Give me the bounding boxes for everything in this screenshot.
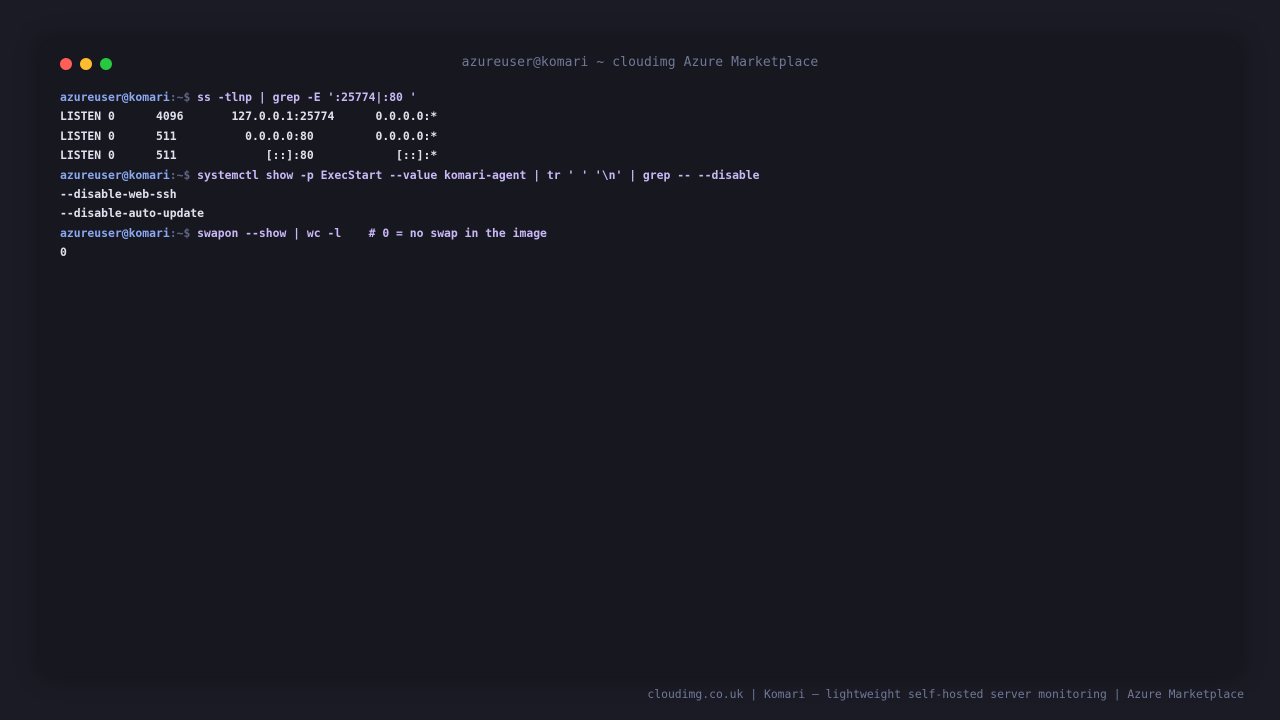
output-line: LISTEN 0 4096 127.0.0.1:25774 0.0.0.0:* bbox=[60, 109, 438, 124]
prompt-path: :~$ bbox=[169, 225, 198, 240]
command-text: swapon --show | wc -l # 0 = no swap in t… bbox=[197, 225, 547, 240]
window-title: azureuser@komari ~ cloudimg Azure Market… bbox=[461, 55, 819, 70]
command-text: ss -tlnp | grep -E ':25774|:80 ' bbox=[197, 90, 417, 104]
title-bar: azureuser@komari ~ cloudimg Azure Market… bbox=[40, 40, 1240, 86]
prompt-path: :~$ bbox=[169, 90, 198, 104]
output-line: --disable-web-ssh bbox=[60, 186, 177, 201]
output-line: --disable-auto-update bbox=[60, 206, 205, 221]
command-line: azureuser@komari:~$ ss -tlnp | grep -E '… bbox=[60, 88, 1220, 107]
command-text: systemctl show -p ExecStart --value koma… bbox=[197, 167, 760, 182]
command-line: azureuser@komari:~$ systemctl show -p Ex… bbox=[60, 166, 1220, 185]
terminal-window: azureuser@komari ~ cloudimg Azure Market… bbox=[40, 40, 1240, 676]
output-line: LISTEN 0 511 0.0.0.0:80 0.0.0.0:* bbox=[60, 128, 438, 143]
command-line: azureuser@komari:~$ swapon --show | wc -… bbox=[60, 224, 1220, 243]
prompt-user-host: azureuser@komari bbox=[60, 90, 170, 104]
output-line: LISTEN 0 511 [::]:80 [::]:* bbox=[60, 148, 438, 163]
footer-caption: cloudimg.co.uk | Komari — lightweight se… bbox=[647, 687, 1244, 701]
prompt-user-host: azureuser@komari bbox=[60, 167, 170, 182]
prompt-path: :~$ bbox=[169, 167, 198, 182]
prompt-user-host: azureuser@komari bbox=[60, 225, 170, 240]
terminal-output[interactable]: azureuser@komari:~$ ss -tlnp | grep -E '… bbox=[60, 88, 1220, 263]
output-line: 0 bbox=[60, 245, 67, 260]
